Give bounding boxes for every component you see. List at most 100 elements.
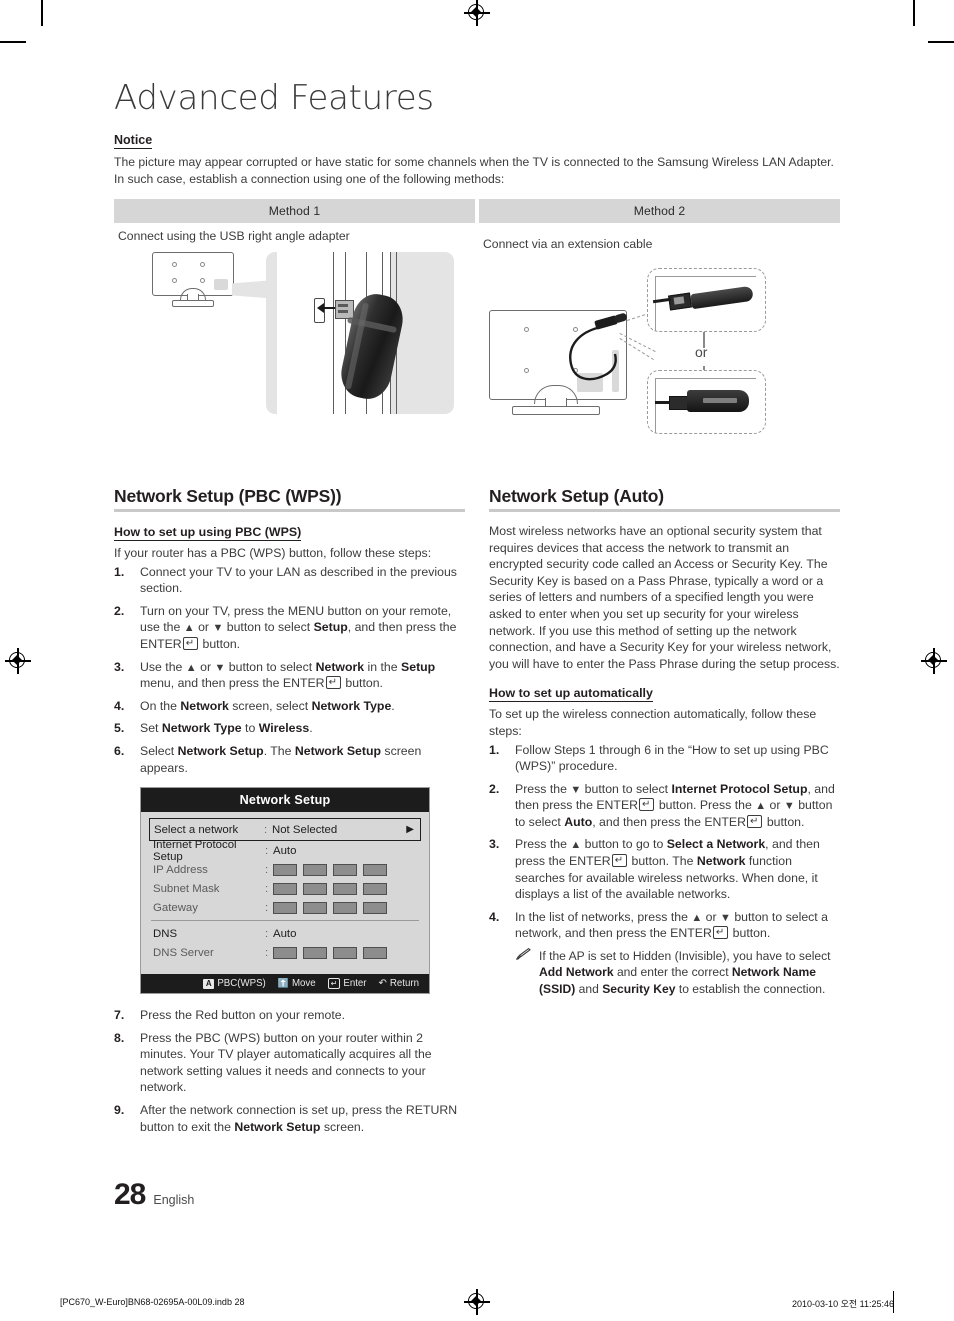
method-2-column: Method 2 Connect via an extension cable: [479, 199, 840, 444]
updown-arrow-icon: ⬆️: [277, 978, 289, 989]
osd-hint-move[interactable]: ⬆️ Move: [278, 978, 316, 989]
subnet-octet-fields[interactable]: [273, 882, 387, 895]
step-number: 2.: [114, 603, 125, 618]
osd-row-label: Internet Protocol Setup: [153, 838, 237, 863]
octet-field[interactable]: [363, 901, 387, 914]
osd-spacer: [149, 962, 421, 972]
osd-row-dns[interactable]: DNS : Auto: [149, 924, 421, 943]
osd-colon: :: [265, 844, 269, 857]
octet-field[interactable]: [333, 882, 357, 895]
octet-field[interactable]: [303, 882, 327, 895]
usb-plug-detail: [338, 304, 348, 308]
list-item: 4. On the Network screen, select Network…: [114, 698, 465, 715]
osd-hint-enter[interactable]: ↵ Enter: [327, 978, 367, 990]
osd-row-label: Gateway: [153, 901, 198, 914]
a-button-badge-icon: A: [203, 978, 215, 989]
osd-colon: :: [265, 901, 269, 914]
methods-table: Method 1 Connect using the USB right ang…: [114, 199, 840, 444]
return-arrow-icon: ↶: [378, 977, 387, 989]
enter-key-icon: ↵: [712, 926, 729, 940]
octet-field[interactable]: [363, 863, 387, 876]
enter-key-icon: ↵: [327, 978, 341, 990]
list-item: 8. Press the PBC (WPS) button on your ro…: [114, 1030, 465, 1096]
usb-plug-detail: [338, 310, 348, 314]
chevron-right-icon[interactable]: ▶: [406, 824, 416, 835]
enter-key-icon: ↵: [325, 676, 341, 690]
list-item: 2. Turn on your TV, press the MENU butto…: [114, 603, 465, 653]
step-text: After the network connection is set up, …: [140, 1103, 458, 1134]
octet-field[interactable]: [273, 946, 297, 959]
ip-octet-fields[interactable]: [273, 863, 387, 876]
osd-row-gateway[interactable]: Gateway :: [149, 898, 421, 917]
step-number: 5.: [114, 721, 125, 736]
insert-arrow-head-icon: [317, 303, 324, 314]
list-item: 7. Press the Red button on your remote.: [114, 1007, 465, 1024]
octet-field[interactable]: [273, 901, 297, 914]
octet-field[interactable]: [363, 882, 387, 895]
method-1-caption: Connect using the USB right angle adapte…: [118, 229, 350, 244]
pbc-steps-list: 1. Connect your TV to your LAN as descri…: [114, 564, 465, 777]
octet-field[interactable]: [273, 882, 297, 895]
step-number: 4.: [114, 698, 125, 713]
left-subhead: How to set up using PBC (WPS): [114, 524, 302, 541]
octet-field[interactable]: [333, 901, 357, 914]
step-number: 8.: [114, 1030, 125, 1045]
page-number: 28: [114, 1178, 146, 1211]
step-number: 7.: [114, 1008, 125, 1023]
osd-row-value: Auto: [273, 844, 297, 857]
list-item: 1. Follow Steps 1 through 6 in the “How …: [489, 742, 840, 775]
osd-row-subnet-mask[interactable]: Subnet Mask :: [149, 879, 421, 898]
page-language: English: [153, 1193, 195, 1207]
right-column: Network Setup (Auto) Most wireless netwo…: [489, 486, 840, 1141]
osd-colon: :: [264, 823, 268, 836]
manual-page: Advanced Features Notice The picture may…: [0, 0, 954, 1321]
osd-hint-pbc[interactable]: A PBC(WPS): [203, 978, 266, 989]
note-block: If the AP is set to Hidden (Invisible), …: [515, 947, 840, 997]
gateway-octet-fields[interactable]: [273, 901, 387, 914]
octet-field[interactable]: [303, 946, 327, 959]
registration-mark-footer: [464, 1289, 490, 1317]
method-1-figure: [114, 246, 475, 436]
pbc-steps-continued: 7. Press the Red button on your remote. …: [114, 1007, 465, 1135]
crop-mark-top-right-v: [913, 0, 915, 26]
octet-field[interactable]: [273, 863, 297, 876]
crop-mark-top-left-h: [0, 41, 26, 43]
dns-octet-fields[interactable]: [273, 946, 387, 959]
octet-field[interactable]: [303, 901, 327, 914]
osd-title: Network Setup: [141, 788, 429, 813]
osd-divider: [151, 920, 419, 922]
octet-field[interactable]: [303, 863, 327, 876]
notice-label: Notice: [114, 133, 153, 150]
or-label: or: [695, 344, 708, 361]
body-columns: Network Setup (PBC (WPS)) How to set up …: [114, 486, 840, 1141]
list-item: 3. Press the ▲ button to go to Select a …: [489, 836, 840, 902]
step-number: 1.: [489, 742, 500, 757]
osd-footer-hints: A PBC(WPS) ⬆️ Move ↵ Enter ↶ Return: [141, 974, 429, 994]
adapter-usb-connector: [669, 396, 689, 411]
step-text: Turn on your TV, press the MENU button o…: [140, 603, 457, 651]
right-lead: To set up the wireless connection automa…: [489, 707, 817, 738]
octet-field[interactable]: [333, 863, 357, 876]
step-number: 1.: [114, 564, 125, 579]
right-intro: Most wireless networks have an optional …: [489, 523, 840, 671]
section-rule: [114, 509, 465, 512]
left-intro: If your router has a PBC (WPS) button, f…: [114, 545, 432, 560]
page-footer: 28 English: [114, 1178, 194, 1212]
osd-row-internet-protocol-setup[interactable]: Internet Protocol Setup : Auto: [149, 838, 421, 863]
notice-block: Notice The picture may appear corrupted …: [114, 131, 840, 187]
auto-steps-list: 1. Follow Steps 1 through 6 in the “How …: [489, 742, 840, 943]
osd-hint-return[interactable]: ↶ Return: [379, 978, 419, 989]
zoom-leader-wedge: [232, 280, 270, 299]
step-text: Press the Red button on your remote.: [140, 1008, 346, 1023]
step-number: 2.: [489, 781, 500, 796]
enter-key-icon: ↵: [747, 814, 763, 828]
list-item: 2. Press the ▼ button to select Internet…: [489, 781, 840, 831]
osd-row-ip-address[interactable]: IP Address :: [149, 860, 421, 879]
step-text: Follow Steps 1 through 6 in the “How to …: [515, 742, 829, 774]
osd-row-dns-server[interactable]: DNS Server :: [149, 943, 421, 962]
octet-field[interactable]: [333, 946, 357, 959]
left-section-title: Network Setup (PBC (WPS)): [114, 486, 342, 507]
osd-row-label: DNS: [153, 927, 178, 940]
octet-field[interactable]: [363, 946, 387, 959]
step-text: Press the ▲ button to go to Select a Net…: [515, 837, 820, 902]
